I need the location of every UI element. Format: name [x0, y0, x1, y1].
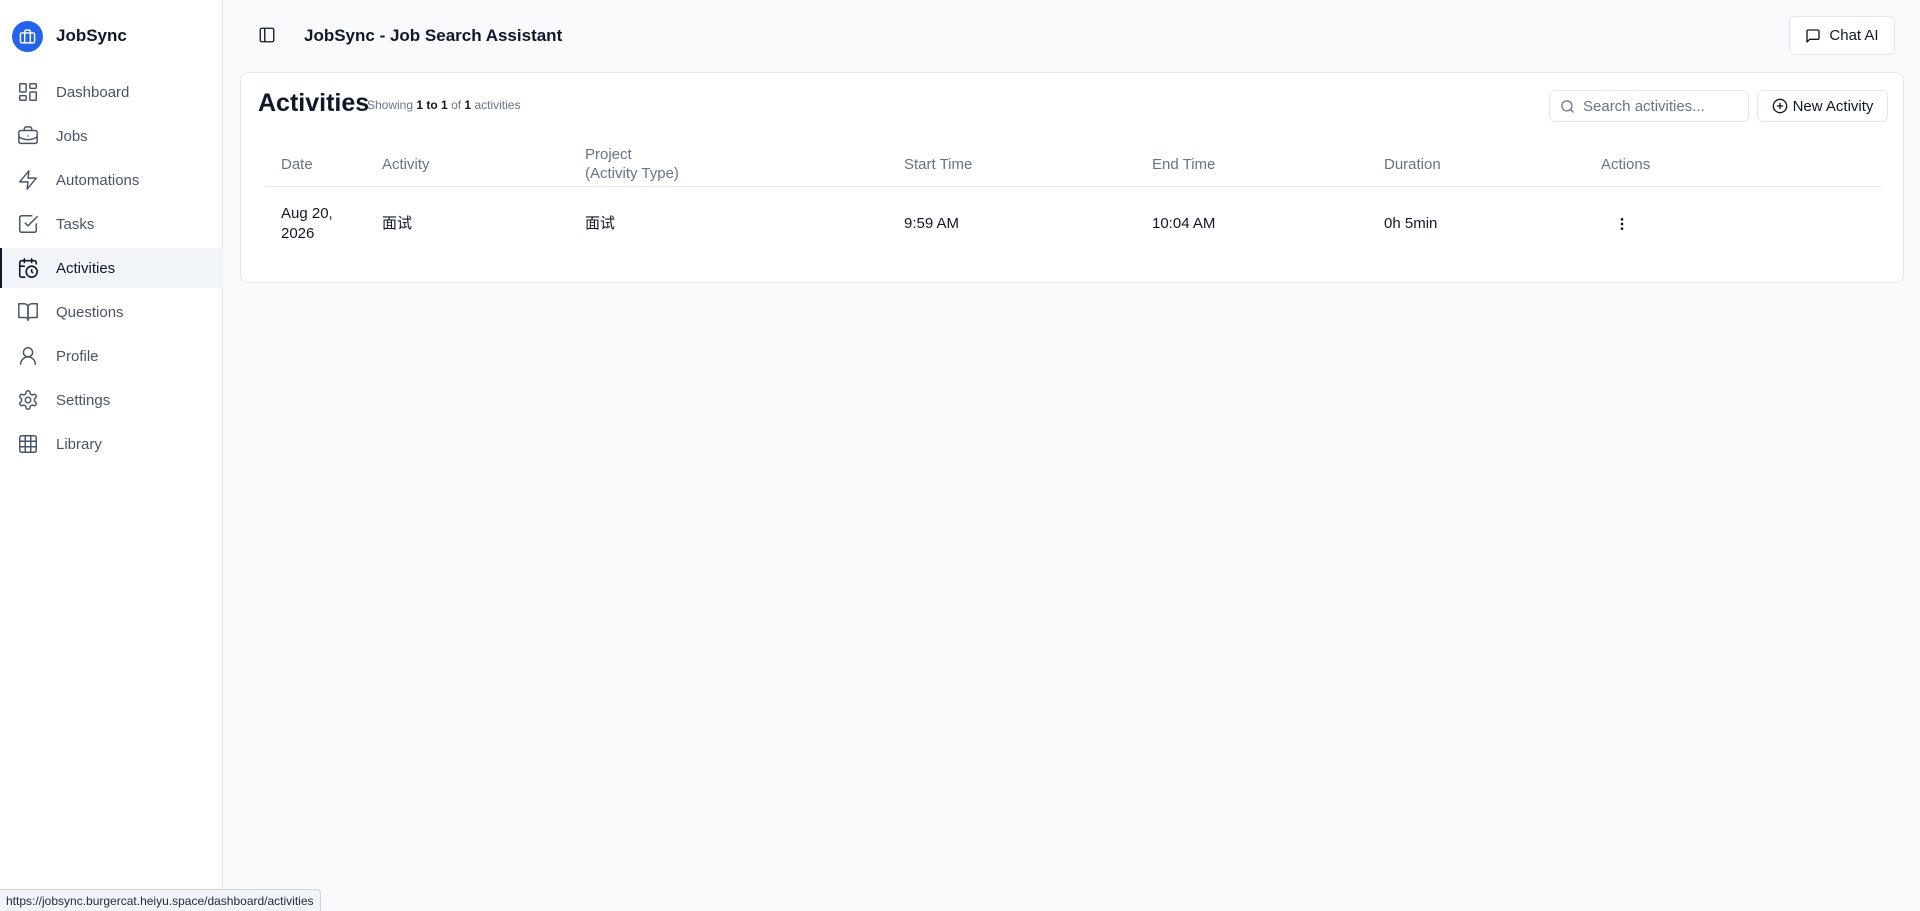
brand[interactable]: JobSync [12, 20, 127, 52]
column-header-activity[interactable]: Activity [382, 141, 430, 187]
more-vertical-icon [1620, 218, 1624, 230]
column-header-end-time[interactable]: End Time [1152, 141, 1215, 187]
sidebar-item-label: Jobs [56, 127, 88, 145]
sidebar-item-label: Dashboard [56, 83, 130, 101]
showing-prefix: Showing [367, 98, 414, 112]
sidebar-item-label: Questions [56, 303, 124, 321]
chat-ai-label: Chat AI [1829, 27, 1879, 44]
cell-end-time: 10:04 AM [1152, 215, 1216, 232]
cell-actions [1610, 188, 1634, 260]
page-header-title: JobSync - Job Search Assistant [304, 26, 563, 45]
sidebar-item-label: Automations [56, 171, 140, 189]
sidebar-item-jobs[interactable]: Jobs [0, 116, 223, 156]
user-icon [16, 344, 40, 368]
search-input[interactable] [1583, 97, 1743, 115]
page-title: Activities [258, 89, 370, 117]
showing-total: 1 [464, 98, 472, 112]
sidebar-item-profile[interactable]: Profile [0, 336, 223, 376]
book-open-icon [16, 300, 40, 324]
check-square-icon [16, 212, 40, 236]
column-header-project-line1: Project [585, 146, 632, 163]
column-header-start-time[interactable]: Start Time [904, 141, 972, 187]
settings-icon [16, 388, 40, 412]
sidebar-item-label: Tasks [56, 215, 95, 233]
column-header-date[interactable]: Date [281, 141, 313, 187]
message-square-icon [1806, 28, 1821, 43]
cell-date: Aug 20, 2026 [281, 188, 333, 260]
table-icon [16, 432, 40, 456]
sidebar-item-questions[interactable]: Questions [0, 292, 223, 332]
showing-suffix: activities [474, 98, 521, 112]
column-header-project[interactable]: Project (Activity Type) [585, 141, 679, 187]
showing-summary: Showing 1 to 1 of 1 activities [367, 98, 520, 112]
search-icon [1561, 99, 1574, 113]
chat-ai-button[interactable]: Chat AI [1789, 16, 1895, 55]
calendar-clock-icon [16, 256, 40, 280]
table-row[interactable]: Aug 20, 2026 面试 面试 9:59 AM 10:04 AM 0h 5… [265, 188, 1881, 260]
showing-of: of [451, 98, 462, 112]
cell-project: 面试 [585, 215, 616, 232]
sidebar-item-automations[interactable]: Automations [0, 160, 223, 200]
sidebar-item-label: Profile [56, 347, 99, 365]
briefcase-icon [16, 124, 40, 148]
plus-circle-icon [1772, 98, 1787, 114]
column-header-project-line2: (Activity Type) [585, 165, 679, 182]
zap-icon [16, 168, 40, 192]
status-bar-url: https://jobsync.burgercat.heiyu.space/da… [0, 889, 321, 911]
cell-date-line2: 2026 [281, 225, 315, 242]
new-activity-label: New Activity [1792, 97, 1874, 115]
briefcase-logo-icon [12, 20, 43, 52]
sidebar-nav: Dashboard Jobs Automations Tasks Activit… [0, 72, 223, 468]
showing-range: 1 to 1 [416, 98, 448, 112]
cell-start-time: 9:59 AM [904, 215, 960, 232]
sidebar-item-activities[interactable]: Activities [0, 248, 223, 288]
sidebar-item-library[interactable]: Library [0, 424, 223, 464]
cell-duration: 0h 5min [1384, 215, 1438, 232]
panel-left-icon [259, 27, 275, 43]
brand-name: JobSync [56, 26, 127, 45]
dashboard-icon [16, 80, 40, 104]
column-header-actions: Actions [1601, 155, 1651, 173]
sidebar-item-settings[interactable]: Settings [0, 380, 223, 420]
new-activity-button[interactable]: New Activity [1757, 90, 1888, 122]
row-actions-button[interactable] [1610, 212, 1634, 236]
sidebar-item-label: Activities [56, 259, 116, 277]
column-header-duration[interactable]: Duration [1384, 141, 1441, 187]
cell-activity: 面试 [382, 215, 413, 232]
sidebar-toggle-button[interactable] [257, 25, 277, 45]
table-header: Date Activity Project (Activity Type) St… [265, 141, 1881, 187]
sidebar: JobSync Dashboard Jobs Automations Tasks [0, 0, 223, 911]
cell-date-line1: Aug 20, [281, 205, 333, 222]
sidebar-item-label: Library [56, 435, 102, 453]
search-box [1549, 90, 1749, 122]
sidebar-item-label: Settings [56, 391, 111, 409]
top-header: JobSync - Job Search Assistant Chat AI [223, 0, 1920, 72]
sidebar-item-tasks[interactable]: Tasks [0, 204, 223, 244]
sidebar-item-dashboard[interactable]: Dashboard [0, 72, 223, 112]
activities-card: Activities Showing 1 to 1 of 1 activitie… [240, 72, 1904, 283]
